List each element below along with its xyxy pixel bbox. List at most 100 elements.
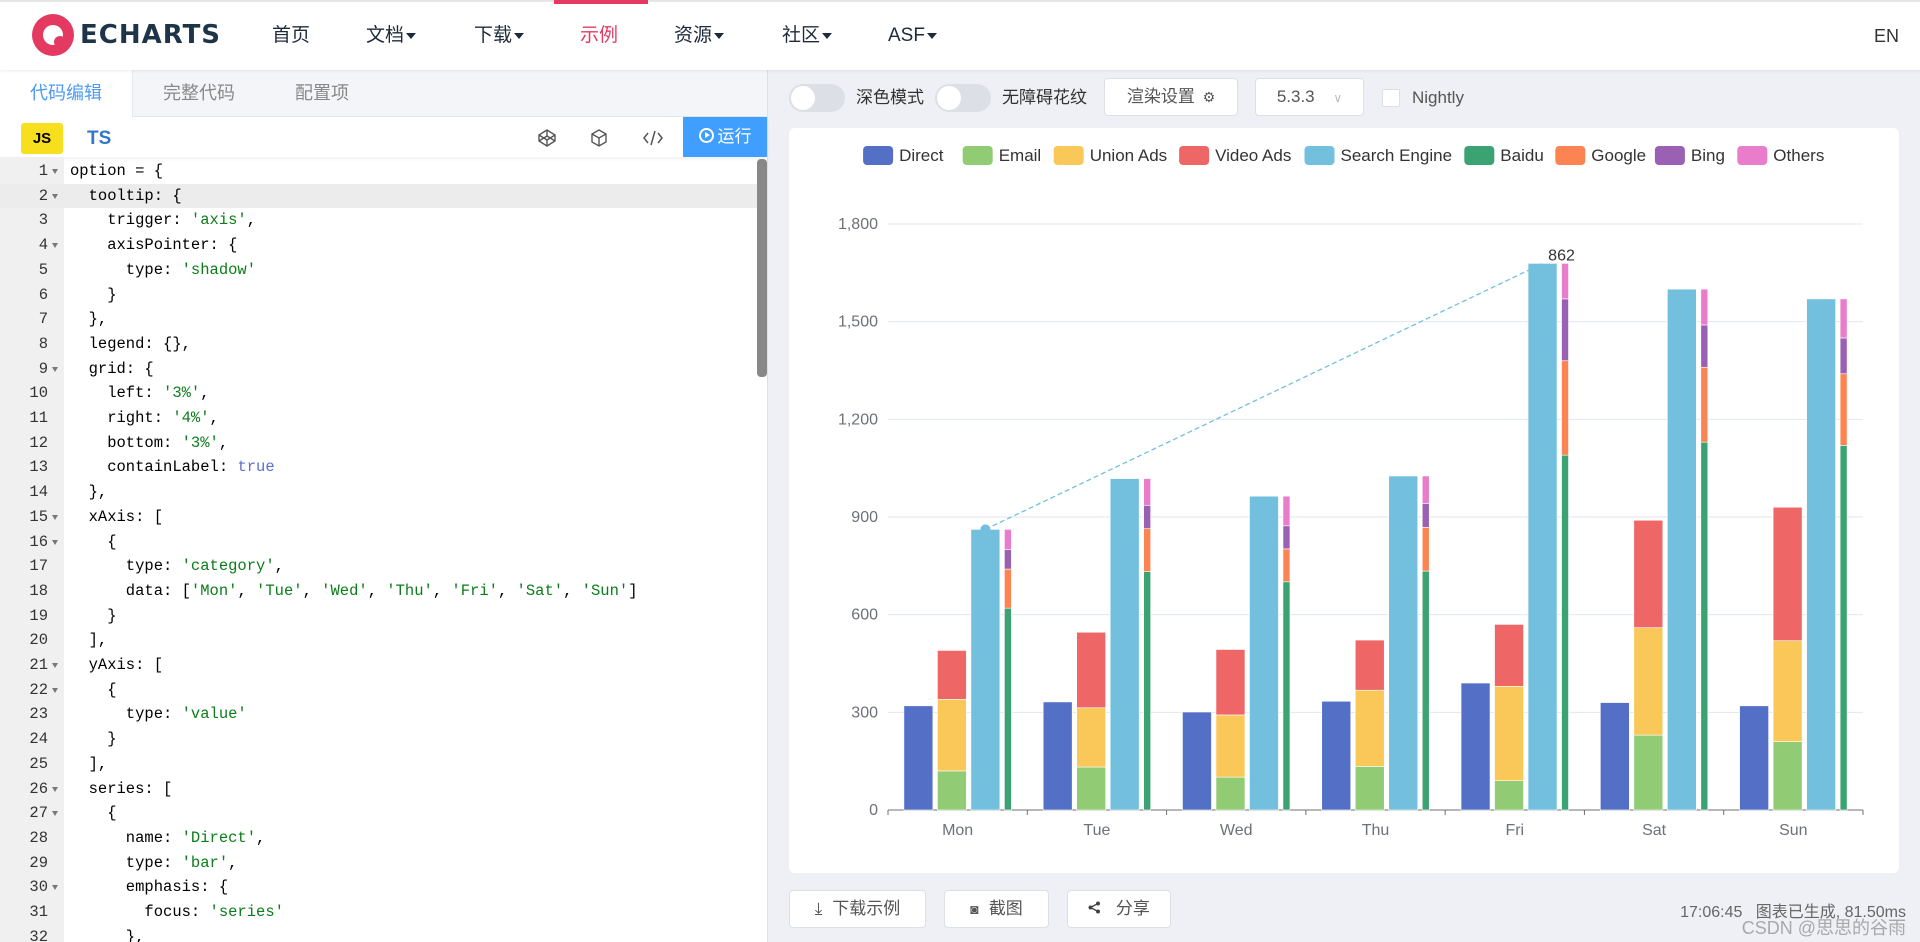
code-line[interactable]: 22 {	[0, 678, 760, 703]
code-line[interactable]: 25 ],	[0, 752, 760, 777]
code-text: type: 'shadow'	[70, 260, 257, 279]
screenshot-label: 截图	[988, 899, 1023, 918]
nav-item-0[interactable]: 首页	[272, 2, 310, 70]
nightly-checkbox[interactable]	[1382, 89, 1400, 107]
code-line[interactable]: 28 name: 'Direct',	[0, 826, 760, 851]
fold-arrow-icon[interactable]	[52, 885, 58, 891]
fold-arrow-icon[interactable]	[52, 663, 58, 668]
editor-tab-2[interactable]: 配置项	[265, 70, 379, 117]
legend-item-label[interactable]: Video Ads	[1215, 146, 1291, 165]
nav-item-4[interactable]: 资源	[674, 2, 725, 70]
y-tick-label: 900	[851, 509, 878, 526]
legend-item-label[interactable]: Search Engine	[1341, 146, 1453, 165]
code-line[interactable]: 24 }	[0, 727, 760, 752]
code-line[interactable]: 32 },	[0, 925, 760, 942]
codesandbox-icon[interactable]	[585, 124, 613, 152]
ts-lang-button[interactable]: TS	[87, 123, 111, 154]
legend-item-label[interactable]: Bing	[1691, 146, 1725, 165]
legend-item-label[interactable]: Union Ads	[1090, 146, 1168, 165]
code-line[interactable]: 27 {	[0, 801, 760, 826]
code-line[interactable]: 6 }	[0, 283, 760, 308]
code-line[interactable]: 2 tooltip: {	[0, 183, 760, 209]
code-editor[interactable]: 1 option = {2 tooltip: {3 trigger: 'axis'…	[0, 157, 767, 942]
language-switch[interactable]: EN	[1874, 2, 1899, 70]
fold-arrow-icon[interactable]	[52, 366, 58, 372]
code-text: data: ['Mon', 'Tue', 'Wed', 'Thu', 'Fri'…	[70, 581, 638, 600]
line-number: 26	[29, 779, 48, 798]
legend-item-label[interactable]: Direct	[899, 146, 944, 165]
editor-tab-0[interactable]: 代码编辑	[0, 70, 133, 117]
version-select[interactable]: 5.3.3 ∨	[1255, 78, 1364, 116]
legend-item-label[interactable]: Email	[999, 146, 1042, 165]
editor-tab-1[interactable]: 完整代码	[133, 70, 265, 117]
screenshot-button[interactable]: ◙ 截图	[944, 890, 1049, 928]
bar-video-ads	[1215, 649, 1246, 716]
fold-arrow-icon[interactable]	[52, 811, 58, 817]
nav-item-5[interactable]: 社区	[782, 2, 833, 70]
nav-item-3[interactable]: 示例	[580, 2, 618, 70]
camera-icon: ◙	[970, 901, 979, 917]
fold-arrow-icon[interactable]	[52, 539, 58, 545]
code-line[interactable]: 7 },	[0, 307, 760, 332]
line-number: 8	[38, 334, 48, 353]
code-line[interactable]: 4 axisPointer: {	[0, 233, 760, 258]
fold-arrow-icon[interactable]	[52, 687, 58, 693]
bar-direct	[1600, 702, 1630, 811]
legend-item-label[interactable]: Google	[1591, 146, 1646, 165]
run-button[interactable]: 运行	[683, 117, 767, 157]
code-line[interactable]: 8 legend: {},	[0, 332, 760, 357]
editor-scrollbar[interactable]	[757, 159, 767, 377]
code-line[interactable]: 31 focus: 'series'	[0, 900, 760, 925]
line-number: 1	[38, 162, 48, 180]
code-line[interactable]: 18 data: ['Mon', 'Tue', 'Wed', 'Thu', 'F…	[0, 579, 760, 604]
fold-arrow-icon[interactable]	[52, 193, 58, 199]
code-line[interactable]: 9 grid: {	[0, 357, 760, 382]
nav-item-2[interactable]: 下载	[474, 2, 525, 70]
js-lang-button[interactable]: JS	[21, 123, 63, 154]
code-line[interactable]: 19 }	[0, 604, 760, 629]
line-number: 3	[38, 211, 48, 230]
code-line[interactable]: 20 ],	[0, 628, 760, 653]
legend-item-label[interactable]: Others	[1773, 146, 1824, 165]
code-line[interactable]: 11 right: '4%',	[0, 406, 760, 431]
code-line[interactable]: 23 type: 'value'	[0, 702, 760, 727]
code-line[interactable]: 17 type: 'category',	[0, 554, 760, 579]
codepen-icon[interactable]	[533, 124, 561, 152]
bar-baidu	[1700, 441, 1709, 811]
nav-item-6[interactable]: ASF	[888, 2, 937, 70]
chart-canvas[interactable]: 0 300 600 900 1,200 1,500 1,800 Mon Tue Wed Thu Fri…	[789, 128, 1899, 873]
line-number: 28	[29, 828, 48, 847]
share-button[interactable]: 分享	[1067, 890, 1171, 928]
code-line[interactable]: 1 option = {	[0, 159, 760, 184]
code-line[interactable]: 30 emphasis: {	[0, 875, 760, 900]
echarts-logo[interactable]: ECHARTS	[32, 14, 221, 56]
download-example-button[interactable]: ⤓ 下载示例	[789, 890, 926, 928]
caret-down-icon	[406, 32, 417, 39]
code-line[interactable]: 14 },	[0, 480, 760, 505]
fold-arrow-icon[interactable]	[52, 169, 58, 174]
code-line[interactable]: 29 type: 'bar',	[0, 851, 760, 876]
render-settings-button[interactable]: 渲染设置 ⚙	[1104, 78, 1238, 116]
code-line[interactable]: 16 {	[0, 530, 760, 555]
code-line[interactable]: 5 type: 'shadow'	[0, 258, 760, 283]
decal-toggle[interactable]	[935, 84, 991, 112]
code-text: emphasis: {	[70, 878, 229, 897]
bar-bing	[1143, 504, 1151, 530]
bar-others	[1282, 495, 1291, 527]
fold-arrow-icon[interactable]	[52, 514, 58, 520]
code-line[interactable]: 26 series: [	[0, 777, 760, 802]
fold-arrow-icon[interactable]	[52, 786, 58, 792]
bar-google	[1839, 373, 1848, 446]
legend-item-label[interactable]: Baidu	[1500, 146, 1543, 165]
code-line[interactable]: 12 bottom: '3%',	[0, 431, 760, 456]
code-line[interactable]: 3 trigger: 'axis',	[0, 208, 760, 233]
code-line[interactable]: 10 left: '3%',	[0, 381, 760, 406]
code-line[interactable]: 13 containLabel: true	[0, 455, 760, 480]
code-view-icon[interactable]	[639, 124, 667, 152]
code-line[interactable]: 15 xAxis: [	[0, 505, 760, 530]
code-line[interactable]: 21 yAxis: [	[0, 653, 760, 678]
fold-arrow-icon[interactable]	[52, 243, 58, 249]
line-number: 9	[38, 359, 48, 378]
nav-item-1[interactable]: 文档	[366, 2, 417, 70]
dark-mode-toggle[interactable]	[789, 84, 845, 112]
